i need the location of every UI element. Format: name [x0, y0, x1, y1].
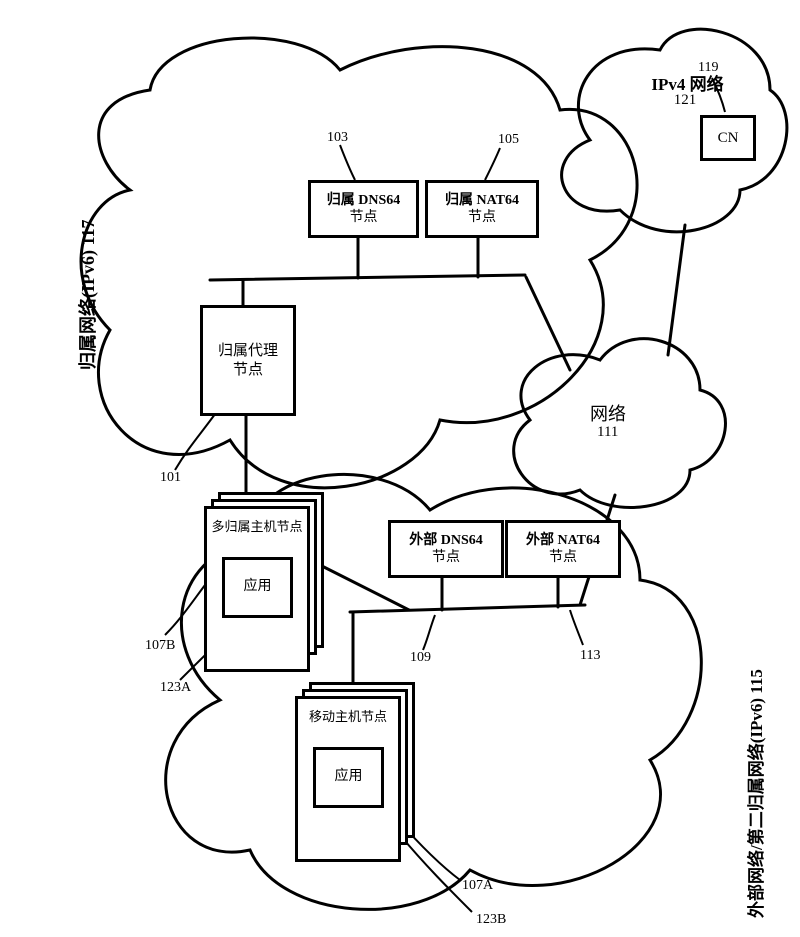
home-network-cloud	[81, 38, 637, 488]
ipv4-network-num: 121	[660, 92, 710, 109]
multihomed-host-node: 多归属主机节点 应用	[204, 506, 310, 672]
foreign-nat64-line2: 节点	[508, 550, 618, 565]
cn-node: CN	[700, 115, 756, 161]
ref-123B: 123B	[476, 912, 506, 928]
ref-113: 113	[580, 648, 600, 664]
ref-109: 109	[410, 650, 431, 666]
foreign-nat64-node: 外部 NAT64 节点	[505, 520, 621, 578]
ref-123A: 123A	[160, 680, 191, 696]
home-agent-line2: 节点	[203, 362, 293, 379]
home-dns64-line2: 节点	[311, 210, 416, 225]
home-nat64-line1: 归属 NAT64	[428, 193, 536, 208]
home-network-label: 归属网络(IPv6) 117	[74, 220, 100, 371]
ref-103: 103	[327, 130, 348, 146]
home-nat64-node: 归属 NAT64 节点	[425, 180, 539, 238]
foreign-dns64-node: 外部 DNS64 节点	[388, 520, 504, 578]
multihomed-host-app-label: 应用	[225, 579, 290, 594]
multihomed-host-app-box: 应用	[222, 557, 293, 618]
ref-107B: 107B	[145, 638, 175, 654]
mobile-host-app-label: 应用	[316, 769, 381, 784]
ref-107A: 107A	[462, 878, 493, 894]
home-agent-line1: 归属代理	[203, 343, 293, 360]
mobile-host-label: 移动主机节点	[298, 709, 398, 725]
home-dns64-node: 归属 DNS64 节点	[308, 180, 419, 238]
foreign-dns64-line1: 外部 DNS64	[391, 533, 501, 548]
ref-101: 101	[160, 470, 181, 486]
diagram-stage: 归属网络(IPv6) 117 外部网络/第二归属网络(IPv6) 115 IPv…	[0, 0, 800, 937]
home-nat64-line2: 节点	[428, 210, 536, 225]
intermediate-network-num: 111	[597, 424, 618, 441]
cn-label: CN	[703, 130, 753, 147]
home-agent-node: 归属代理 节点	[200, 305, 296, 416]
multihomed-host-label: 多归属主机节点	[207, 519, 307, 535]
intermediate-network-label: 网络	[590, 400, 626, 426]
ref-105: 105	[498, 132, 519, 148]
foreign-dns64-line2: 节点	[391, 550, 501, 565]
foreign-nat64-line1: 外部 NAT64	[508, 533, 618, 548]
ref-119: 119	[698, 60, 718, 76]
mobile-host-app-box: 应用	[313, 747, 384, 808]
foreign-network-label: 外部网络/第二归属网络(IPv6) 115	[742, 669, 767, 918]
mobile-host-node: 移动主机节点 应用	[295, 696, 401, 862]
home-dns64-line1: 归属 DNS64	[311, 193, 416, 208]
